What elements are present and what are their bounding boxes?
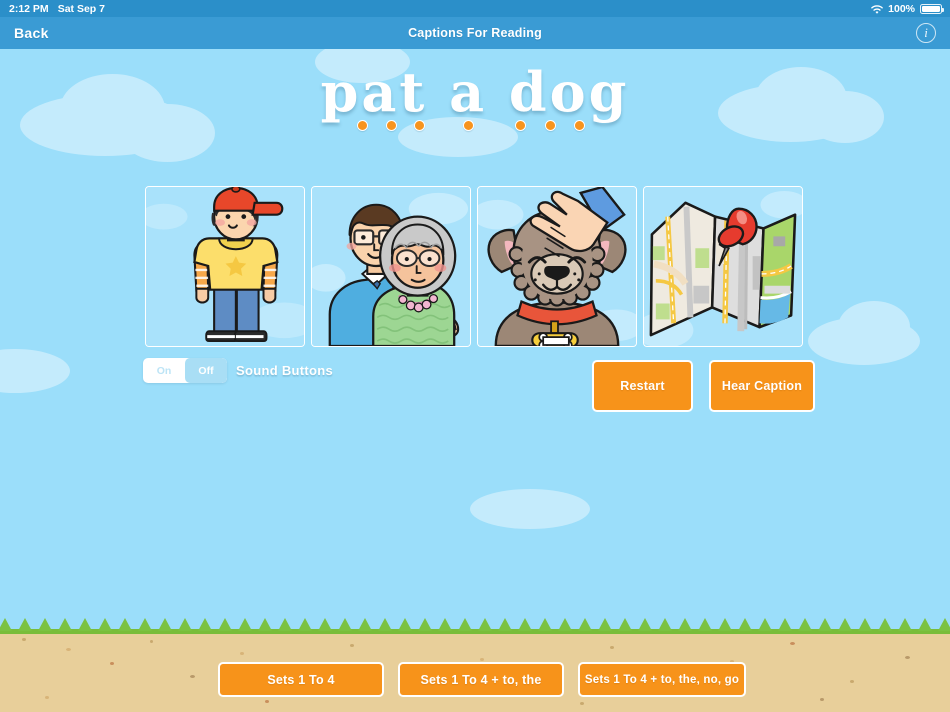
grandparents-illustration bbox=[312, 187, 470, 346]
sound-dot[interactable] bbox=[574, 120, 585, 131]
cloud-decoration bbox=[470, 489, 590, 529]
toggle-option-off[interactable]: Off bbox=[185, 358, 227, 383]
set-button-1[interactable]: Sets 1 To 4 bbox=[218, 662, 384, 697]
restart-button[interactable]: Restart bbox=[592, 360, 693, 412]
status-bar: 2:12 PM Sat Sep 7 100% bbox=[0, 0, 950, 17]
sound-dots-row bbox=[0, 120, 950, 140]
toggle-option-on[interactable]: On bbox=[143, 358, 185, 383]
sound-dot[interactable] bbox=[414, 120, 425, 131]
status-date: Sat Sep 7 bbox=[57, 2, 105, 15]
battery-full-icon bbox=[920, 3, 944, 14]
sound-buttons-row: On Off Sound Buttons bbox=[143, 358, 333, 383]
action-button-row: Restart Hear Caption bbox=[592, 360, 815, 412]
boy-illustration bbox=[146, 187, 304, 346]
sound-dot[interactable] bbox=[515, 120, 526, 131]
sound-dot[interactable] bbox=[545, 120, 556, 131]
map-illustration bbox=[644, 187, 802, 346]
page-title: Captions For Reading bbox=[408, 26, 542, 40]
set-button-2[interactable]: Sets 1 To 4 + to, the bbox=[398, 662, 564, 697]
set-button-3[interactable]: Sets 1 To 4 + to, the, no, go bbox=[578, 662, 746, 697]
sound-dot[interactable] bbox=[463, 120, 474, 131]
wifi-icon bbox=[871, 4, 884, 15]
hear-caption-button[interactable]: Hear Caption bbox=[709, 360, 815, 412]
sound-buttons-label: Sound Buttons bbox=[236, 363, 334, 378]
info-icon[interactable]: i bbox=[916, 23, 936, 43]
picture-card-grandparents[interactable] bbox=[311, 186, 471, 347]
pat-dog-illustration bbox=[478, 187, 636, 346]
picture-card-pat-dog[interactable] bbox=[477, 186, 637, 347]
sound-dot[interactable] bbox=[386, 120, 397, 131]
sound-buttons-toggle[interactable]: On Off bbox=[143, 358, 227, 383]
set-button-row: Sets 1 To 4 Sets 1 To 4 + to, the Sets 1… bbox=[218, 662, 746, 697]
picture-card-boy[interactable] bbox=[145, 186, 305, 347]
battery-percent: 100% bbox=[888, 2, 915, 15]
status-time: 2:12 PM bbox=[9, 2, 49, 15]
cloud-decoration bbox=[838, 301, 910, 353]
nav-bar: Back Captions For Reading i bbox=[0, 17, 950, 49]
caption-word: pat a dog bbox=[0, 64, 950, 121]
caption-text: pat a dog bbox=[320, 60, 630, 124]
sound-dot[interactable] bbox=[357, 120, 368, 131]
picture-card-row bbox=[145, 186, 807, 347]
picture-card-map[interactable] bbox=[643, 186, 803, 347]
grass-strip bbox=[0, 618, 950, 634]
cloud-decoration bbox=[0, 349, 70, 393]
app-root: 2:12 PM Sat Sep 7 100% Back Captions For… bbox=[0, 0, 950, 712]
